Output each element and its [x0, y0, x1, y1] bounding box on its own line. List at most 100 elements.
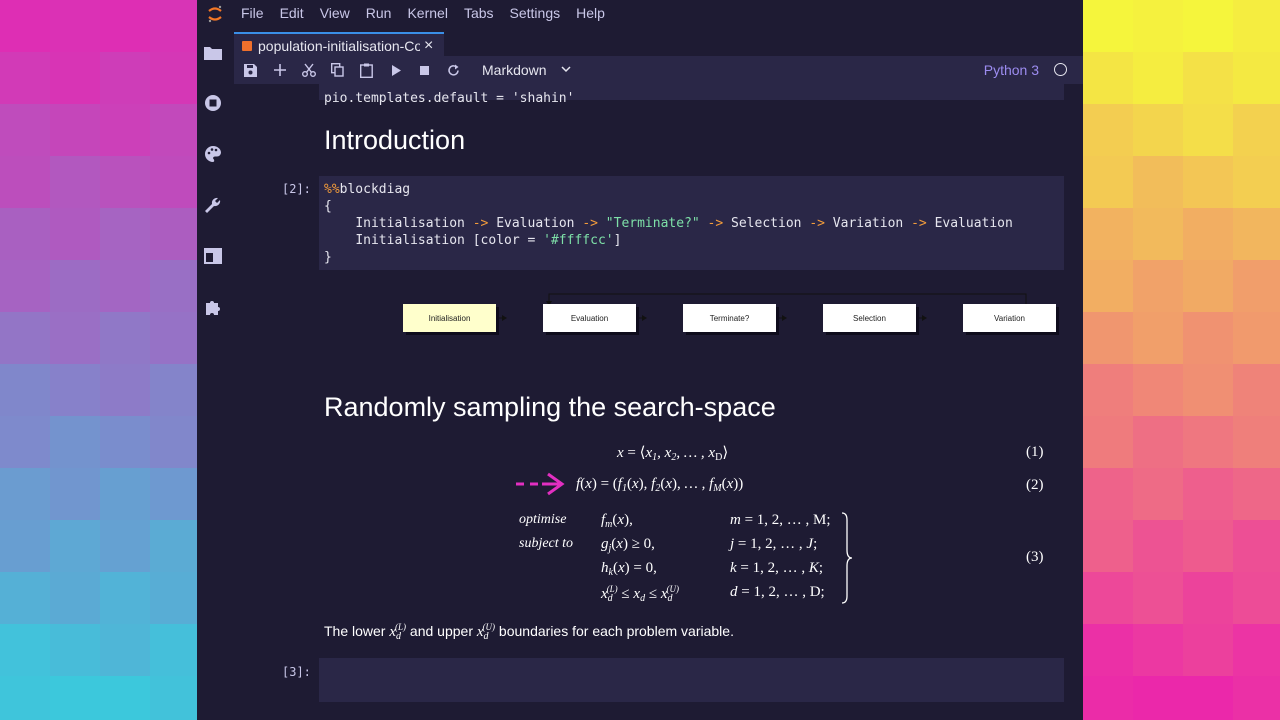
background-tile: [1083, 624, 1133, 676]
background-tile: [100, 572, 150, 624]
cell-type-select[interactable]: Markdown: [482, 62, 571, 78]
background-tile: [0, 156, 50, 208]
background-tile: [1083, 416, 1133, 468]
menu-run[interactable]: Run: [358, 0, 400, 27]
background-tile: [100, 468, 150, 520]
run-icon[interactable]: [381, 56, 410, 84]
menu-file[interactable]: File: [233, 0, 272, 27]
background-tile: [50, 364, 100, 416]
tab-title: population-initialisation-Co: [258, 38, 420, 54]
extension-puzzle-icon[interactable]: [202, 296, 224, 318]
wrench-icon[interactable]: [202, 194, 224, 216]
background-tile: [150, 312, 197, 364]
notebook-panel: Markdown Python 3 pio.templates.default …: [234, 56, 1083, 720]
kernel-status-idle-icon: [1054, 63, 1067, 76]
equation-number-2: (2): [1026, 477, 1044, 493]
equation-number-3: (3): [1026, 549, 1044, 565]
background-tile: [1233, 676, 1280, 720]
background-tile: [0, 520, 50, 572]
background-tile: [150, 52, 197, 104]
palette-icon[interactable]: [202, 143, 224, 165]
menu-help[interactable]: Help: [568, 0, 613, 27]
background-tile: [1083, 572, 1133, 624]
background-tile: [50, 416, 100, 468]
background-tile: [1133, 624, 1183, 676]
close-icon[interactable]: ×: [424, 37, 433, 55]
paste-icon[interactable]: [352, 56, 381, 84]
background-tile: [1233, 520, 1280, 572]
background-tile: [0, 364, 50, 416]
background-tile: [150, 572, 197, 624]
menu-settings[interactable]: Settings: [502, 0, 569, 27]
diagram-node-terminate: Terminate?: [683, 304, 776, 332]
background-tile: [1233, 624, 1280, 676]
background-tile: [100, 260, 150, 312]
tab-notebook[interactable]: population-initialisation-Co ×: [234, 32, 444, 58]
stop-icon[interactable]: [410, 56, 439, 84]
range-d: d = 1, 2, … , D;: [730, 584, 825, 600]
background-tile: [100, 624, 150, 676]
tabs-icon[interactable]: [202, 245, 224, 267]
background-tile: [1133, 0, 1183, 52]
background-tile: [100, 104, 150, 156]
cell-type-value: Markdown: [482, 62, 547, 78]
equation-2: f(x) = (f1(x), f2(x), … , fM(x)): [576, 476, 744, 494]
menu-kernel[interactable]: Kernel: [399, 0, 455, 27]
cut-icon[interactable]: [294, 56, 323, 84]
background-tile: [50, 208, 100, 260]
left-background: [0, 0, 197, 720]
background-tile: [1083, 260, 1133, 312]
background-tile: [100, 364, 150, 416]
background-tile: [1183, 364, 1233, 416]
background-tile: [1183, 676, 1233, 720]
background-tile: [1233, 572, 1280, 624]
background-tile: [150, 260, 197, 312]
code-cell-3[interactable]: [319, 658, 1064, 702]
equation-number-1: (1): [1026, 444, 1044, 460]
right-brace-icon: [841, 512, 853, 604]
background-tile: [1083, 208, 1133, 260]
background-tile: [1133, 104, 1183, 156]
running-sessions-icon[interactable]: [202, 92, 224, 114]
background-tile: [1183, 624, 1233, 676]
background-tile: [100, 312, 150, 364]
add-cell-icon[interactable]: [265, 56, 294, 84]
background-tile: [150, 364, 197, 416]
background-tile: [1183, 208, 1233, 260]
kernel-name[interactable]: Python 3: [984, 62, 1039, 78]
background-tile: [100, 156, 150, 208]
chevron-down-icon: [561, 64, 571, 76]
restart-icon[interactable]: [439, 56, 468, 84]
background-tile: [1183, 520, 1233, 572]
background-tile: [150, 468, 197, 520]
menu-tabs[interactable]: Tabs: [456, 0, 502, 27]
label-optimise: optimise: [519, 512, 567, 527]
background-tile: [1183, 156, 1233, 208]
boundaries-paragraph: The lower xd(L) and upper xd(U) boundari…: [324, 622, 734, 642]
menu-view[interactable]: View: [312, 0, 358, 27]
background-tile: [1183, 104, 1233, 156]
copy-icon[interactable]: [323, 56, 352, 84]
background-tile: [1133, 468, 1183, 520]
diagram-node-variation: Variation: [963, 304, 1056, 332]
background-tile: [150, 520, 197, 572]
background-tile: [50, 624, 100, 676]
notebook-cells: pio.templates.default = 'shahin' Introdu…: [234, 84, 1083, 720]
background-tile: [50, 572, 100, 624]
folder-icon[interactable]: [202, 41, 224, 63]
background-tile: [1083, 364, 1133, 416]
diagram-node-evaluation: Evaluation: [543, 304, 636, 332]
notebook-icon: [242, 41, 252, 51]
background-tile: [1133, 312, 1183, 364]
background-tile: [1233, 104, 1280, 156]
background-tile: [0, 260, 50, 312]
save-icon[interactable]: [236, 56, 265, 84]
left-activity-bar: [197, 27, 228, 720]
jupyter-logo-icon: [197, 0, 233, 27]
background-tile: [1083, 156, 1133, 208]
background-tile: [1183, 468, 1233, 520]
menu-edit[interactable]: Edit: [272, 0, 312, 27]
document-tab-bar: population-initialisation-Co ×: [234, 30, 1083, 58]
background-tile: [1083, 312, 1133, 364]
background-tile: [0, 468, 50, 520]
